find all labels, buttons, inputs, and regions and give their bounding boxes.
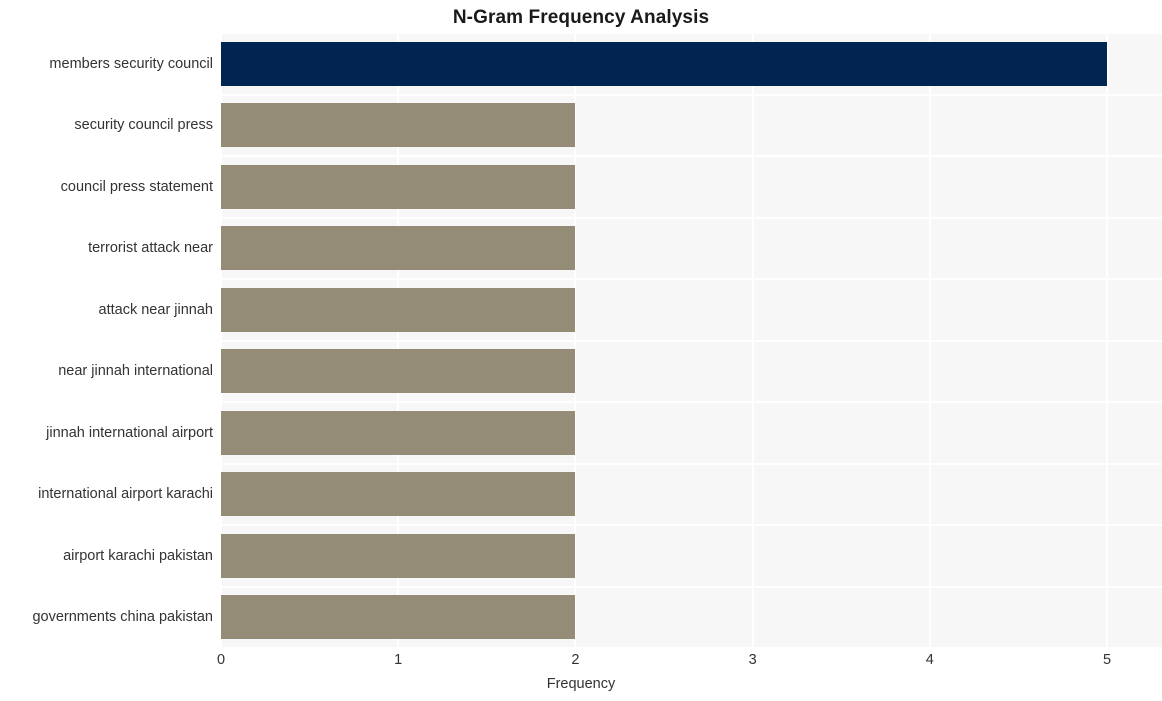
x-axis-tick-label: 5 xyxy=(1103,652,1112,668)
y-axis-tick-label: attack near jinnah xyxy=(98,301,213,318)
y-axis-tick-label: governments china pakistan xyxy=(32,609,213,626)
bar[interactable] xyxy=(221,41,1108,86)
y-axis-tick-label: airport karachi pakistan xyxy=(63,547,213,564)
bar[interactable] xyxy=(221,595,576,640)
y-axis-tick-label: jinnah international airport xyxy=(46,424,213,441)
page-title: N-Gram Frequency Analysis xyxy=(452,7,710,28)
y-axis-tick-label: council press statement xyxy=(60,178,213,195)
bar[interactable] xyxy=(221,410,576,455)
x-axis-title: Frequency xyxy=(546,676,616,692)
x-axis-tick-label: 4 xyxy=(925,652,934,668)
x-axis-tick-label: 0 xyxy=(216,652,226,668)
y-axis-tick-label: terrorist attack near xyxy=(88,240,213,257)
bar[interactable] xyxy=(221,533,576,578)
x-axis-tick-label: 1 xyxy=(394,652,403,668)
bar[interactable] xyxy=(221,226,576,271)
y-axis-tick-label: near jinnah international xyxy=(58,363,213,380)
plot-area xyxy=(221,33,1162,648)
chart-figure: N-Gram Frequency Analysis members securi… xyxy=(0,0,1162,701)
y-axis-tick-label: international airport karachi xyxy=(38,486,213,503)
bar[interactable] xyxy=(221,472,576,517)
bar-series xyxy=(221,33,1162,648)
bar[interactable] xyxy=(221,164,576,209)
x-axis-tick-labels: 0 1 2 3 4 5 xyxy=(0,650,1162,674)
bar[interactable] xyxy=(221,349,576,394)
bar[interactable] xyxy=(221,287,576,332)
y-axis-tick-label: members security council xyxy=(49,55,213,72)
x-axis-tick-label: 2 xyxy=(571,652,580,668)
bar[interactable] xyxy=(221,103,576,148)
y-axis-tick-labels: members security council security council… xyxy=(0,33,213,648)
y-axis-tick-label: security council press xyxy=(74,117,213,134)
x-axis-tick-label: 3 xyxy=(748,652,757,668)
